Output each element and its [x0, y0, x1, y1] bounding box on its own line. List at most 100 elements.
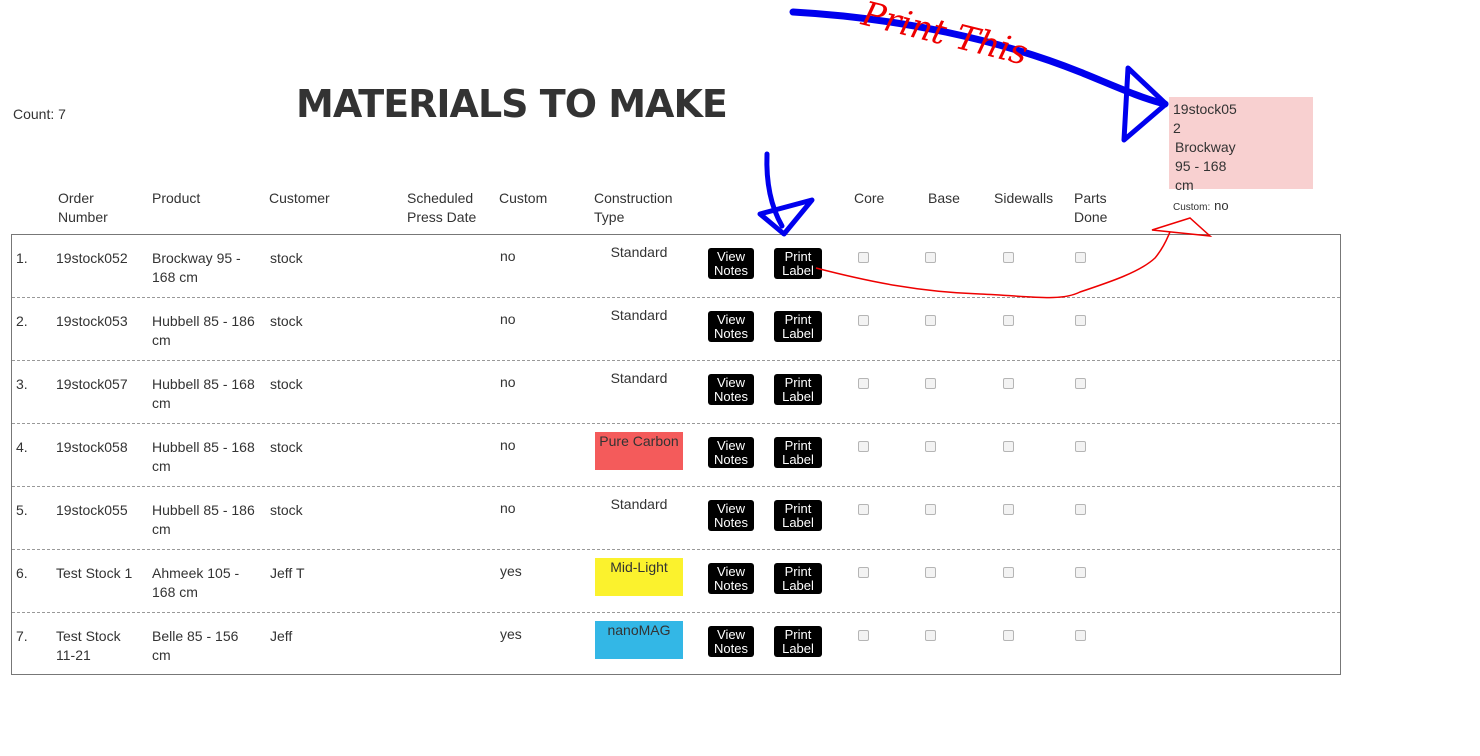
sidewalls-checkbox[interactable]	[1003, 315, 1014, 326]
view-notes-button[interactable]: View Notes	[708, 311, 754, 342]
base-checkbox[interactable]	[925, 504, 936, 515]
view-notes-button[interactable]: View Notes	[708, 437, 754, 468]
blue-down-arrow-line	[764, 151, 785, 229]
header-core: Core	[854, 190, 885, 206]
construction-type: Standard	[595, 306, 683, 344]
print-label-button[interactable]: Print Label	[774, 563, 822, 594]
customer: stock	[270, 439, 303, 455]
label-line: cm	[1175, 177, 1194, 193]
print-label-button[interactable]: Print Label	[774, 311, 822, 342]
label-custom-value: no	[1214, 198, 1229, 213]
base-checkbox[interactable]	[925, 567, 936, 578]
base-checkbox[interactable]	[925, 252, 936, 263]
product: Hubbell 85 - 186 cm	[152, 313, 255, 348]
print-label-button[interactable]: Print Label	[774, 500, 822, 531]
row-number: 4.	[16, 439, 28, 455]
header-product: Product	[152, 190, 201, 206]
sidewalls-checkbox[interactable]	[1003, 378, 1014, 389]
table-row: 4. 19stock058 Hubbell 85 - 168 cm stock no Pu…	[12, 424, 1340, 487]
customer: stock	[270, 502, 303, 518]
product: Hubbell 85 - 168 cm	[152, 439, 255, 474]
view-notes-button[interactable]: View Notes	[708, 500, 754, 531]
parts-done-checkbox[interactable]	[1075, 567, 1086, 578]
view-notes-button[interactable]: View Notes	[708, 248, 754, 279]
custom-value: no	[500, 311, 516, 327]
sidewalls-checkbox[interactable]	[1003, 504, 1014, 515]
core-checkbox[interactable]	[858, 504, 869, 515]
customer: Jeff T	[270, 565, 305, 581]
construction-type: Pure Carbon	[595, 432, 683, 470]
view-notes-button[interactable]: View Notes	[708, 626, 754, 657]
label-custom-line: Custom: no	[1173, 197, 1229, 213]
blue-down-arrowhead	[757, 197, 815, 237]
construction-type: Mid-Light	[595, 558, 683, 596]
base-checkbox[interactable]	[925, 630, 936, 641]
parts-done-checkbox[interactable]	[1075, 630, 1086, 641]
product: Ahmeek 105 - 168 cm	[152, 565, 240, 600]
base-checkbox[interactable]	[925, 315, 936, 326]
print-label-button[interactable]: Print Label	[774, 248, 822, 279]
sidewalls-checkbox[interactable]	[1003, 441, 1014, 452]
construction-type: Standard	[595, 243, 683, 281]
parts-done-checkbox[interactable]	[1075, 378, 1086, 389]
customer: stock	[270, 313, 303, 329]
core-checkbox[interactable]	[858, 630, 869, 641]
label-line: Brockway	[1175, 139, 1236, 155]
header-construction-type: Construction Type	[594, 190, 673, 225]
row-number: 6.	[16, 565, 28, 581]
base-checkbox[interactable]	[925, 378, 936, 389]
parts-done-checkbox[interactable]	[1075, 315, 1086, 326]
construction-type: nanoMAG	[595, 621, 683, 659]
base-checkbox[interactable]	[925, 441, 936, 452]
order-number: Test Stock 11-21	[56, 628, 121, 663]
core-checkbox[interactable]	[858, 378, 869, 389]
custom-value: no	[500, 374, 516, 390]
sidewalls-checkbox[interactable]	[1003, 630, 1014, 641]
header-order-number: Order Number	[58, 190, 108, 225]
table-row: 3. 19stock057 Hubbell 85 - 168 cm stock no St…	[12, 361, 1340, 424]
table-row: 5. 19stock055 Hubbell 85 - 186 cm stock no St…	[12, 487, 1340, 550]
product: Hubbell 85 - 186 cm	[152, 502, 255, 537]
header-scheduled-press-date: Scheduled Press Date	[407, 190, 477, 225]
count-label: Count: 7	[13, 106, 66, 122]
label-line: 2	[1173, 120, 1181, 136]
customer: stock	[270, 250, 303, 266]
print-label-button[interactable]: Print Label	[774, 626, 822, 657]
label-line: 19stock05	[1173, 101, 1237, 117]
header-parts-done: Parts Done	[1074, 190, 1108, 225]
parts-done-checkbox[interactable]	[1075, 504, 1086, 515]
order-number: 19stock057	[56, 376, 128, 392]
label-preview: 19stock05 2 Brockway 95 - 168 cm	[1169, 97, 1313, 193]
print-label-button[interactable]: Print Label	[774, 374, 822, 405]
blue-arrowhead	[1121, 65, 1169, 143]
header-sidewalls: Sidewalls	[994, 190, 1054, 206]
order-number: 19stock055	[56, 502, 128, 518]
custom-value: no	[500, 437, 516, 453]
page-title: MATERIALS TO MAKE	[296, 82, 728, 126]
parts-done-checkbox[interactable]	[1075, 441, 1086, 452]
order-number: 19stock052	[56, 250, 128, 266]
product: Hubbell 85 - 168 cm	[152, 376, 255, 411]
print-label-button[interactable]: Print Label	[774, 437, 822, 468]
order-number: Test Stock 1	[56, 565, 133, 581]
product: Brockway 95 - 168 cm	[152, 250, 241, 285]
custom-value: yes	[500, 626, 522, 642]
core-checkbox[interactable]	[858, 315, 869, 326]
core-checkbox[interactable]	[858, 567, 869, 578]
view-notes-button[interactable]: View Notes	[708, 374, 754, 405]
blue-arrow-line	[789, 8, 1169, 108]
construction-type: Standard	[595, 369, 683, 407]
construction-type: Standard	[595, 495, 683, 533]
customer: Jeff	[270, 628, 293, 644]
order-number: 19stock053	[56, 313, 128, 329]
table-row: 1. 19stock052 Brockway 95 - 168 cm stock no S…	[12, 235, 1340, 298]
sidewalls-checkbox[interactable]	[1003, 252, 1014, 263]
print-this-annotation: Print This	[857, 0, 1032, 74]
sidewalls-checkbox[interactable]	[1003, 567, 1014, 578]
row-number: 1.	[16, 250, 28, 266]
view-notes-button[interactable]: View Notes	[708, 563, 754, 594]
parts-done-checkbox[interactable]	[1075, 252, 1086, 263]
core-checkbox[interactable]	[858, 252, 869, 263]
customer: stock	[270, 376, 303, 392]
core-checkbox[interactable]	[858, 441, 869, 452]
